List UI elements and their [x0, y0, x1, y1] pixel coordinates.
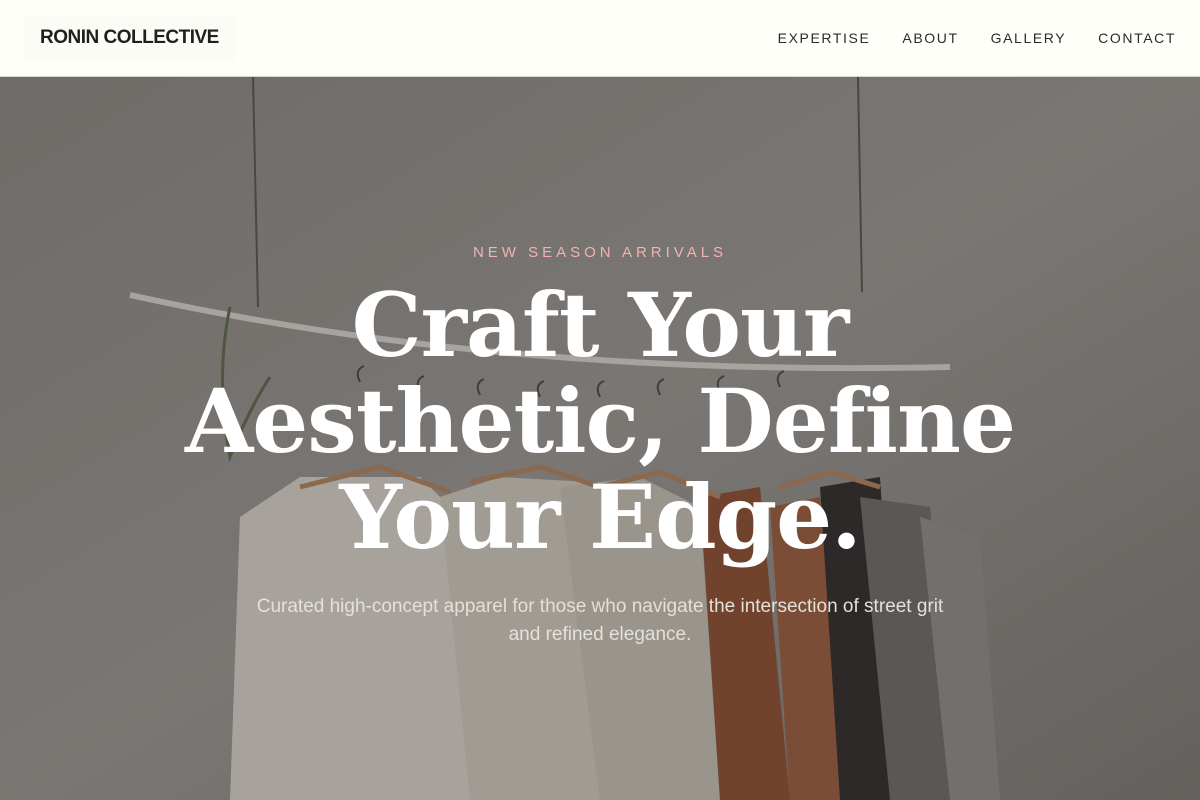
- hero-section: NEW SEASON ARRIVALS Craft Your Aesthetic…: [0, 77, 1200, 800]
- logo-link[interactable]: RONIN COLLECTIVE: [24, 16, 235, 60]
- nav-link-about[interactable]: ABOUT: [902, 30, 958, 46]
- brand-logo: RONIN COLLECTIVE: [40, 27, 219, 48]
- nav-link-expertise[interactable]: EXPERTISE: [778, 30, 871, 46]
- site-header: RONIN COLLECTIVE EXPERTISE ABOUT GALLERY…: [0, 0, 1200, 77]
- main-nav: EXPERTISE ABOUT GALLERY CONTACT: [746, 30, 1176, 46]
- hero-subtitle: Curated high-concept apparel for those w…: [256, 596, 944, 645]
- hero-content: NEW SEASON ARRIVALS Craft Your Aesthetic…: [0, 77, 1200, 800]
- nav-link-contact[interactable]: CONTACT: [1098, 30, 1176, 46]
- hero-headline: Craft Your Aesthetic, Define Your Edge.: [185, 273, 1016, 569]
- hero-eyebrow: NEW SEASON ARRIVALS: [472, 244, 728, 261]
- nav-link-gallery[interactable]: GALLERY: [991, 30, 1067, 46]
